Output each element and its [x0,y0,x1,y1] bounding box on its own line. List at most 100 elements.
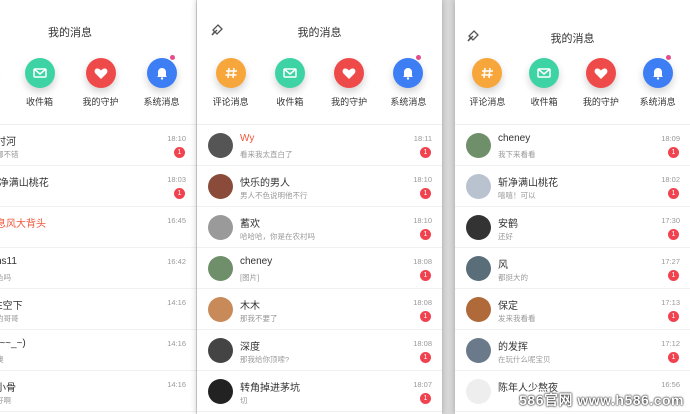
contact-name: 风 [498,260,508,271]
mail-icon [274,58,305,88]
list-item[interactable]: Wy 看来我太直白了 18:11 1 [197,125,442,166]
category-icons: 评论消息 收件箱 我的守护 系统消息 [0,54,196,124]
contact-name: 快乐的男人 [240,178,290,189]
avatar[interactable] [208,133,233,158]
timestamp: 16:56 [661,380,680,389]
icon-item[interactable]: 我的守护 [321,58,377,124]
icon-label: 评论消息 [212,97,249,107]
list-item[interactable]: 转角掉进茅坑切 18:07 1 [197,371,442,412]
message-preview: 嘻嘻！可以 [498,191,536,200]
list-item[interactable]: f净满山桃花 18:03 1 [0,166,196,207]
icon-comments[interactable]: 评论消息 [0,58,7,124]
contact-name: Wy [240,133,255,144]
list-item[interactable]: 安鹤 还好 17:30 1 [455,207,690,248]
message-screen-right: 我的消息 评论消息 收件箱 我的守护 系统消息 cheney 我下来看看 18:09 1 斩净… [455,0,690,414]
icon-item[interactable]: 评论消息 [203,58,259,124]
avatar[interactable] [208,256,233,281]
contact-name: f净满山桃花 [0,178,49,189]
icon-label: 我的守护 [582,97,619,107]
list-item[interactable]: 时河挪不错 18:10 1 [0,125,196,166]
unread-badge: 1 [668,270,679,281]
timestamp: 17:30 [661,216,680,225]
list-item[interactable]: 息风大背头 16:45 [0,207,196,248]
message-preview: 男人不色说明他不行 [240,191,308,200]
timestamp: 18:03 [167,175,186,184]
timestamp: 18:07 [413,380,432,389]
bell-icon [642,58,673,88]
timestamp: 18:08 [413,339,432,348]
icon-system[interactable]: 系统消息 [134,54,190,124]
bell-icon [146,58,177,88]
icon-item[interactable]: 收件箱 [516,58,572,124]
unread-badge: 1 [668,147,679,158]
icon-item[interactable]: 系统消息 [630,54,686,124]
message-preview: 哈哈哈，你是在农村吗 [240,232,315,241]
icon-item[interactable]: 评论消息 [459,58,515,124]
icon-inbox[interactable]: 收件箱 [12,58,68,124]
list-item[interactable]: 风都挺大的 17:27 1 [455,248,690,289]
unread-badge: 1 [420,311,431,322]
avatar[interactable] [208,338,233,363]
timestamp: 17:12 [661,339,680,348]
list-item[interactable]: 快乐的男人 男人不色说明他不行 18:10 1 [197,166,442,207]
contact-name: 深度 [240,342,260,353]
avatar[interactable] [466,133,491,158]
contact-name: 转角掉进茅坑 [240,383,300,394]
avatar[interactable] [466,297,491,322]
avatar[interactable] [208,174,233,199]
avatar[interactable] [208,215,233,240]
timestamp: 14:16 [167,339,186,348]
avatar[interactable] [466,215,491,240]
contact-name: 时河 [0,137,16,148]
list-item[interactable]: E空下的哥哥 14:16 [0,289,196,330]
message-preview: 看来我太直白了 [240,150,293,159]
message-screen-middle: 我的消息 评论消息 收件箱 我的守护 系统消息 Wy 看来我太直白了 18:11 1 快乐的男… [197,0,442,414]
unread-badge: 1 [668,311,679,322]
unread-badge: 1 [420,393,431,404]
timestamp: 17:27 [661,257,680,266]
list-item[interactable]: cheney [图片] 18:08 1 [197,248,442,289]
icon-guard[interactable]: 我的守护 [73,58,129,124]
category-icons: 评论消息 收件箱 我的守护 系统消息 [197,54,442,124]
hash-icon [472,58,503,88]
icon-item[interactable]: 收件箱 [262,58,318,124]
conversation-list: 时河挪不错 18:10 1 f净满山桃花 18:03 1 息风大背头 16:45 ns11 色吗 1… [0,125,196,412]
page-title: 我的消息 [550,33,595,45]
unread-badge: 1 [420,352,431,363]
avatar[interactable] [466,338,491,363]
list-item[interactable]: 斩净满山桃花 嘻嘻！可以 18:02 1 [455,166,690,207]
avatar[interactable] [466,379,491,404]
category-icons: 评论消息 收件箱 我的守护 系统消息 [455,54,690,124]
list-item[interactable]: (~~_~) 噢 14:16 [0,330,196,371]
list-item[interactable]: 蓄欢 哈哈哈，你是在农村吗 18:10 1 [197,207,442,248]
unread-badge: 1 [668,352,679,363]
list-item[interactable]: ns11 色吗 16:42 [0,248,196,289]
contact-name: (~~_~) [0,338,26,349]
list-item[interactable]: 小骨好啊 14:16 [0,371,196,412]
list-item[interactable]: 深度那我给你顶嗦? 18:08 1 [197,330,442,371]
avatar[interactable] [466,174,491,199]
icon-item[interactable]: 系统消息 [380,54,436,124]
timestamp: 14:16 [167,380,186,389]
list-item[interactable]: 保定 发来我看看 17:13 1 [455,289,690,330]
contact-name: 蓄欢 [240,219,260,230]
list-item[interactable]: 木木 那我不要了 18:08 1 [197,289,442,330]
timestamp: 16:45 [167,216,186,225]
list-item[interactable]: cheney 我下来看看 18:09 1 [455,125,690,166]
avatar[interactable] [208,297,233,322]
avatar[interactable] [208,379,233,404]
avatar[interactable] [466,256,491,281]
watermark: 586官网 www.h586.com [519,392,684,408]
message-preview: 挪不错 [0,150,19,159]
contact-name: 木木 [240,301,260,312]
contact-name: 小骨 [0,383,16,394]
list-item[interactable]: 的发挥 在玩什么呢宝贝 17:12 1 [455,330,690,371]
unread-badge: 1 [668,229,679,240]
unread-badge: 1 [420,270,431,281]
conversation-list: Wy 看来我太直白了 18:11 1 快乐的男人 男人不色说明他不行 18:10 1 蓄欢 哈哈哈… [197,125,442,412]
timestamp: 18:02 [661,175,680,184]
message-preview: 那我给你顶嗦? [240,355,290,364]
icon-item[interactable]: 我的守护 [573,58,629,124]
unread-badge: 1 [420,147,431,158]
icon-label: 系统消息 [143,97,180,107]
